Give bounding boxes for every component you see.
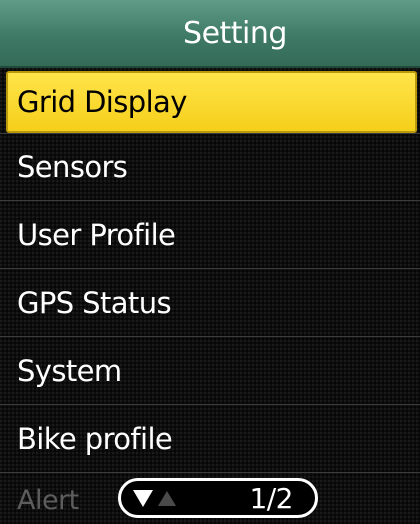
menu-item-bike-profile[interactable]: Bike profile bbox=[0, 405, 420, 473]
menu-item-label: Bike profile bbox=[17, 421, 173, 456]
menu-item-label: Sensors bbox=[17, 150, 128, 184]
menu-item-label: GPS Status bbox=[17, 285, 172, 320]
menu-item-user-profile[interactable]: User Profile bbox=[0, 201, 420, 269]
menu-item-gps-status[interactable]: GPS Status bbox=[0, 269, 420, 337]
page-title: Setting bbox=[183, 15, 287, 51]
footer-bar: Alert 1/2 bbox=[0, 476, 420, 524]
triangle-up-icon bbox=[158, 490, 176, 506]
device-screen: Setting Grid Display Sensors User Profil… bbox=[0, 0, 420, 524]
title-bar: Setting bbox=[0, 0, 420, 68]
next-item-preview: Alert bbox=[17, 484, 79, 516]
settings-menu: Grid Display Sensors User Profile GPS St… bbox=[0, 68, 420, 476]
menu-item-label: User Profile bbox=[17, 217, 176, 252]
menu-item-label: System bbox=[17, 353, 122, 388]
page-indicator: 1/2 bbox=[249, 481, 293, 515]
menu-item-system[interactable]: System bbox=[0, 337, 420, 405]
menu-item-label: Grid Display bbox=[17, 85, 187, 119]
menu-item-grid-display[interactable]: Grid Display bbox=[6, 71, 417, 133]
triangle-down-icon[interactable] bbox=[133, 489, 153, 507]
page-navigator[interactable]: 1/2 bbox=[118, 478, 318, 518]
menu-item-sensors[interactable]: Sensors bbox=[0, 133, 420, 201]
